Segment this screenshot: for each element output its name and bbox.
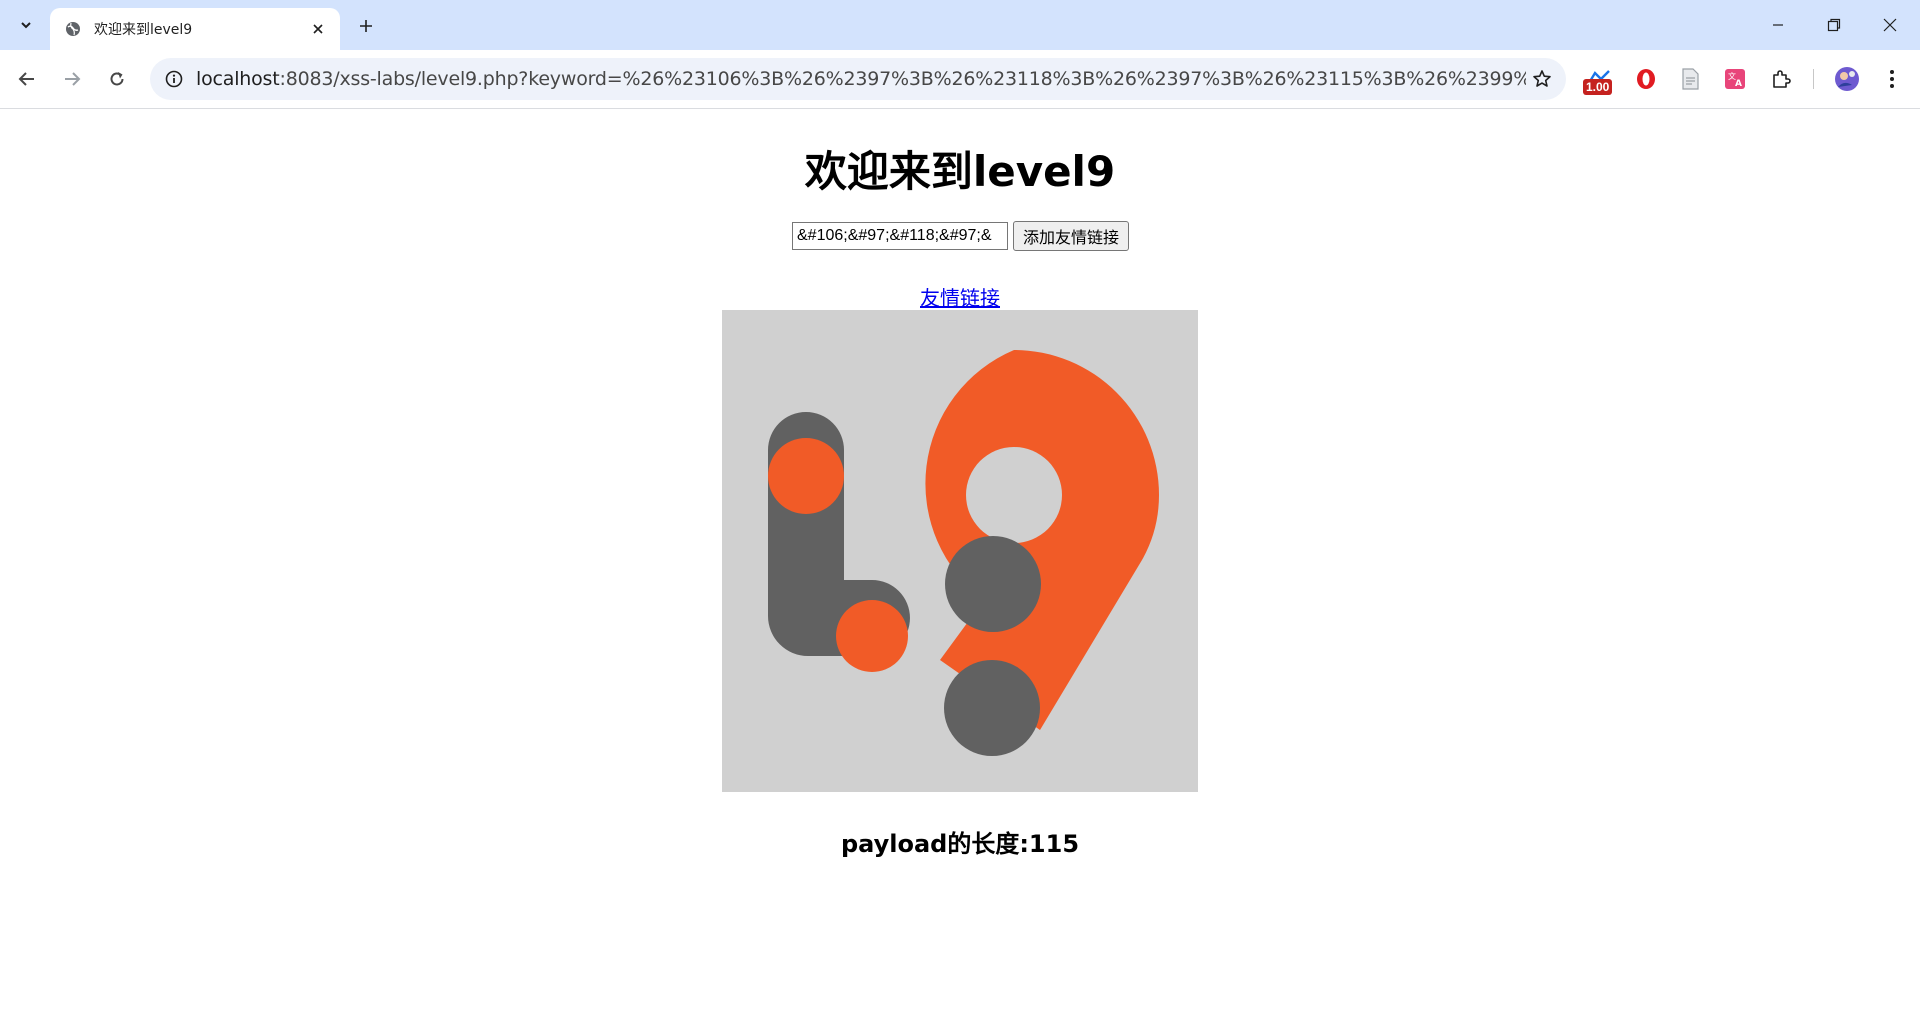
tab-search-dropdown-icon[interactable] [10,10,42,40]
more-menu-icon[interactable] [1878,65,1906,93]
friend-link[interactable]: 友情链接 [920,286,1000,310]
forward-arrow-icon[interactable] [54,61,90,97]
globe-icon [64,20,82,38]
reload-icon[interactable] [99,61,135,97]
bookmark-star-icon[interactable] [1530,67,1554,91]
friend-link-container: 友情链接 [0,282,1920,311]
level9-logo-image [722,310,1198,792]
payload-length-text: payload的长度:115 [840,830,1080,858]
svg-text:A: A [1735,79,1742,89]
new-tab-plus-icon[interactable] [352,12,380,40]
url-path: :8083/xss-labs/level9.php?keyword=%26%23… [279,68,1527,90]
active-tab[interactable]: 欢迎来到level9 [50,8,340,50]
opera-extension-icon[interactable] [1632,65,1660,93]
profile-avatar-icon[interactable] [1833,65,1861,93]
extension-badge: 1.00 [1583,79,1613,95]
link-form: 添加友情链接 [792,221,1130,251]
site-info-icon[interactable] [162,67,186,91]
window-close-icon[interactable] [1862,0,1918,50]
url-text[interactable]: localhost:8083/xss-labs/level9.php?keywo… [196,68,1526,90]
page-title: 欢迎来到level9 [804,147,1116,196]
extensions-puzzle-icon[interactable] [1767,65,1795,93]
restore-icon[interactable] [1806,0,1862,50]
address-bar[interactable]: localhost:8083/xss-labs/level9.php?keywo… [150,58,1566,100]
back-arrow-icon[interactable] [9,61,45,97]
translate-extension-icon[interactable]: 文A [1721,65,1749,93]
minimize-icon[interactable] [1750,0,1806,50]
add-link-button[interactable]: 添加友情链接 [1013,221,1130,251]
tab-strip: 欢迎来到level9 [0,0,1920,50]
browser-toolbar: localhost:8083/xss-labs/level9.php?keywo… [0,50,1920,109]
tab-title: 欢迎来到level9 [94,22,193,38]
url-host: localhost [196,68,280,90]
toolbar-divider [1813,69,1814,89]
close-icon[interactable] [306,17,330,41]
keyword-input[interactable] [792,222,1008,250]
document-extension-icon[interactable] [1676,65,1704,93]
